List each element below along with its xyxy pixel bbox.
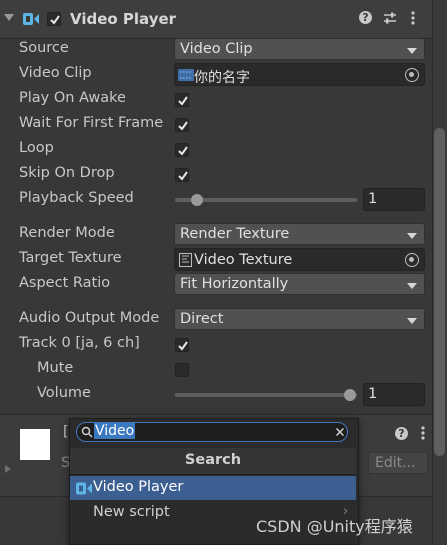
volume-value: 1 xyxy=(368,386,378,402)
next-component-thumbnail xyxy=(20,429,50,460)
aspect-ratio-dropdown[interactable]: Fit Horizontally xyxy=(174,273,425,295)
object-picker-icon[interactable] xyxy=(405,253,419,267)
help-icon[interactable]: ? xyxy=(359,11,372,24)
component-enabled-checkbox[interactable] xyxy=(47,12,61,26)
video-player-component-icon xyxy=(23,13,39,25)
skip-on-drop-checkbox[interactable] xyxy=(175,168,189,182)
render-mode-label: Render Mode xyxy=(19,225,115,241)
video-clip-field[interactable]: 你的名字 xyxy=(174,63,425,86)
volume-slider-thumb[interactable] xyxy=(344,389,356,401)
component-title: Video Player xyxy=(70,10,177,28)
render-mode-dropdown[interactable]: Render Texture xyxy=(174,223,425,245)
target-texture-value: Video Texture xyxy=(194,252,293,268)
search-icon xyxy=(81,426,93,438)
track0-label: Track 0 [ja, 6 ch] xyxy=(19,335,140,351)
wait-first-frame-label: Wait For First Frame xyxy=(19,115,164,131)
kebab-menu-icon[interactable] xyxy=(420,426,426,440)
chevron-down-icon xyxy=(407,233,417,239)
object-picker-icon[interactable] xyxy=(405,68,419,82)
loop-label: Loop xyxy=(19,140,54,156)
chevron-down-icon xyxy=(407,318,417,324)
target-texture-field[interactable]: Video Texture xyxy=(174,248,425,271)
playback-speed-slider-thumb[interactable] xyxy=(191,194,203,206)
video-player-component-icon xyxy=(76,482,92,495)
wait-first-frame-checkbox[interactable] xyxy=(175,118,189,132)
clear-search-icon[interactable] xyxy=(335,427,345,437)
mute-checkbox[interactable] xyxy=(175,363,189,377)
video-clip-asset-icon xyxy=(178,69,194,81)
video-clip-label: Video Clip xyxy=(19,65,92,81)
checkmark-icon xyxy=(178,341,188,351)
checkmark-icon xyxy=(178,121,188,131)
mute-label: Mute xyxy=(37,360,74,376)
watermark: CSDN @Unity程序猿 xyxy=(256,517,413,536)
popup-item-label: Video Player xyxy=(93,479,184,495)
kebab-menu-icon[interactable] xyxy=(410,11,416,25)
skip-on-drop-label: Skip On Drop xyxy=(19,165,115,181)
loop-checkbox[interactable] xyxy=(175,143,189,157)
preset-icon[interactable] xyxy=(383,11,397,25)
inspector-scrollbar-thumb[interactable] xyxy=(434,128,445,456)
popup-item-label: New script xyxy=(93,504,170,520)
audio-output-mode-dropdown[interactable]: Direct xyxy=(174,308,425,330)
audio-output-mode-label: Audio Output Mode xyxy=(19,310,160,326)
target-texture-label: Target Texture xyxy=(19,250,122,266)
volume-label: Volume xyxy=(37,385,91,401)
playback-speed-label: Playback Speed xyxy=(19,190,134,206)
playback-speed-input[interactable]: 1 xyxy=(363,188,425,211)
chevron-down-icon xyxy=(407,48,417,54)
popup-item-video-player[interactable]: Video Player xyxy=(70,476,356,500)
render-mode-value: Render Texture xyxy=(180,226,290,242)
edit-button-label: Edit... xyxy=(375,455,416,471)
next-component-label-fragment: [ xyxy=(63,424,69,440)
edit-button[interactable]: Edit... xyxy=(368,452,428,474)
source-label: Source xyxy=(19,40,69,56)
aspect-ratio-value: Fit Horizontally xyxy=(180,276,289,292)
play-on-awake-checkbox[interactable] xyxy=(175,93,189,107)
volume-input[interactable]: 1 xyxy=(363,383,425,406)
foldout-arrow-icon[interactable] xyxy=(4,14,14,21)
search-input[interactable]: Video xyxy=(76,422,348,442)
checkmark-icon xyxy=(178,171,188,181)
source-value: Video Clip xyxy=(180,41,253,57)
checkmark-icon xyxy=(50,15,60,25)
source-dropdown[interactable]: Video Clip xyxy=(174,38,425,60)
foldout-arrow-icon[interactable] xyxy=(5,465,11,473)
video-clip-value: 你的名字 xyxy=(194,70,250,86)
search-input-value: Video xyxy=(94,423,136,439)
checkmark-icon xyxy=(178,96,188,106)
track0-checkbox[interactable] xyxy=(175,338,189,352)
chevron-down-icon xyxy=(407,283,417,289)
popup-header-title: Search xyxy=(184,452,242,468)
volume-slider[interactable] xyxy=(175,393,357,397)
play-on-awake-label: Play On Awake xyxy=(19,90,126,106)
aspect-ratio-label: Aspect Ratio xyxy=(19,275,111,291)
audio-output-mode-value: Direct xyxy=(180,311,224,327)
playback-speed-value: 1 xyxy=(368,191,378,207)
help-icon[interactable]: ? xyxy=(395,427,408,440)
render-texture-asset-icon xyxy=(179,253,192,267)
checkmark-icon xyxy=(178,146,188,156)
